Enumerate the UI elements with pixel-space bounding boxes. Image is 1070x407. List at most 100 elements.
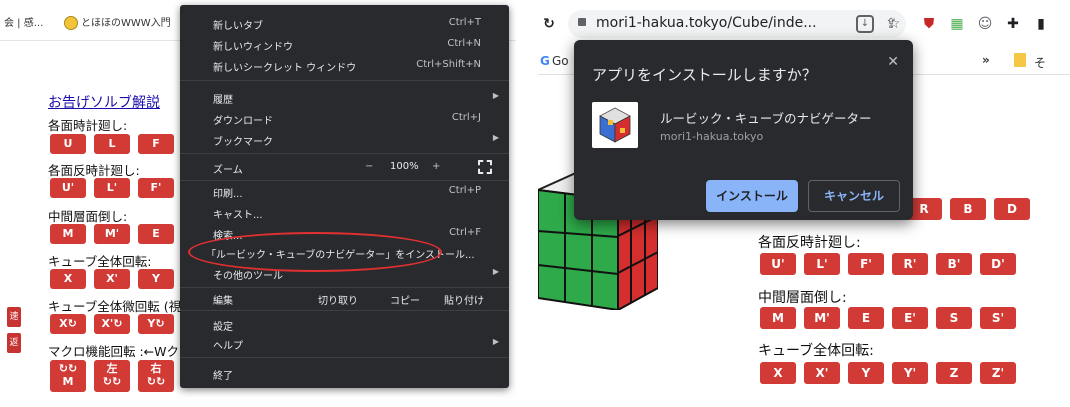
bookmark-favicon-icon xyxy=(64,16,78,30)
move-button[interactable]: F xyxy=(138,134,174,154)
move-button[interactable]: U' xyxy=(760,253,796,275)
move-button[interactable]: D xyxy=(994,198,1030,220)
move-button[interactable]: S xyxy=(936,307,972,329)
move-button[interactable]: X' xyxy=(94,269,130,289)
move-button[interactable]: E xyxy=(848,307,884,329)
lock-icon[interactable] xyxy=(578,18,586,26)
row-label: 中間層面倒し: xyxy=(48,209,128,224)
menu-item-new-window[interactable]: 新しいウィンドウ Ctrl+N xyxy=(180,34,509,54)
menu-item-help[interactable]: ヘルプ ▶ xyxy=(180,333,509,353)
move-button[interactable]: L xyxy=(94,134,130,154)
menu-divider xyxy=(180,357,509,358)
install-button[interactable]: インストール xyxy=(706,180,798,212)
menu-item-downloads[interactable]: ダウンロード Ctrl+J xyxy=(180,108,509,128)
macro-button[interactable]: ↻↻ M xyxy=(50,360,86,392)
puzzle-icon[interactable]: ✚ xyxy=(1004,15,1022,33)
move-button[interactable]: E' xyxy=(892,307,928,329)
zoom-in-button[interactable]: + xyxy=(432,161,440,172)
paste-button[interactable]: 貼り付け xyxy=(444,292,484,307)
menu-item-print[interactable]: 印刷... Ctrl+P xyxy=(180,181,509,201)
move-button[interactable]: X'↻ xyxy=(94,314,130,334)
menu-divider xyxy=(180,80,509,81)
move-button[interactable]: Y' xyxy=(892,362,928,384)
menu-item-settings[interactable]: 設定 xyxy=(180,314,509,334)
address-bar[interactable]: mori1-hakua.tokyo/Cube/inde... ↓ ⇪ xyxy=(568,10,906,38)
move-button[interactable]: X' xyxy=(804,362,840,384)
menu-item-history[interactable]: 履歴 ▶ xyxy=(180,87,509,107)
submenu-arrow-icon: ▶ xyxy=(492,267,499,276)
move-button[interactable]: L' xyxy=(94,178,130,198)
menu-item-new-tab[interactable]: 新しいタブ Ctrl+T xyxy=(180,13,509,33)
row-label: キューブ全体微回転 (視 xyxy=(48,299,182,314)
speed-button[interactable]: 速 xyxy=(7,307,21,327)
google-icon: G xyxy=(540,54,550,68)
install-app-icon[interactable]: ↓ xyxy=(856,15,874,33)
menu-label: ズーム xyxy=(213,165,243,176)
menu-shortcut: Ctrl+Shift+N xyxy=(416,59,481,70)
copy-button[interactable]: コピー xyxy=(390,292,420,307)
menu-item-incognito[interactable]: 新しいシークレット ウィンドウ Ctrl+Shift+N xyxy=(180,55,509,75)
star-icon[interactable]: ☆ xyxy=(885,15,903,33)
move-button[interactable]: Z' xyxy=(980,362,1016,384)
undo-button[interactable]: 返 xyxy=(7,333,21,353)
move-button[interactable]: M' xyxy=(804,307,840,329)
move-button[interactable]: M xyxy=(760,307,796,329)
move-button[interactable]: M xyxy=(50,224,86,244)
move-button[interactable]: U' xyxy=(50,178,86,198)
bookmark-google[interactable]: Go xyxy=(552,54,569,68)
menu-item-edit: 編集 切り取り コピー 貼り付け xyxy=(180,288,509,308)
zoom-out-button[interactable]: − xyxy=(365,161,373,172)
sidebar-icon[interactable]: ▮ xyxy=(1032,15,1050,33)
move-button[interactable]: E xyxy=(138,224,174,244)
ublock-extension-icon[interactable]: ⛊ xyxy=(920,15,938,33)
cancel-button[interactable]: キャンセル xyxy=(808,180,900,212)
menu-item-bookmarks[interactable]: ブックマーク ▶ xyxy=(180,129,509,149)
menu-label: 設定 xyxy=(213,322,233,333)
menu-item-cast[interactable]: キャスト... xyxy=(180,202,509,222)
menu-shortcut: Ctrl+T xyxy=(448,17,481,28)
move-button[interactable]: Y xyxy=(138,269,174,289)
move-button[interactable]: D' xyxy=(980,253,1016,275)
reload-icon[interactable]: ↻ xyxy=(540,15,558,33)
row-label: 中間層面倒し: xyxy=(758,290,847,306)
move-button[interactable]: X xyxy=(760,362,796,384)
close-icon[interactable]: ✕ xyxy=(887,54,899,70)
move-button[interactable]: Y xyxy=(848,362,884,384)
move-button[interactable]: B xyxy=(950,198,986,220)
menu-label: 編集 xyxy=(213,296,233,307)
row-label: キューブ全体回転: xyxy=(758,343,874,359)
left-screenshot-panel: 会 | 感... とほほのWWW入門 お告げソルブ解説 各面時計廻し: U L … xyxy=(0,0,516,407)
move-button[interactable]: F' xyxy=(138,178,174,198)
move-button[interactable]: L' xyxy=(804,253,840,275)
cut-button[interactable]: 切り取り xyxy=(318,292,358,307)
menu-shortcut: Ctrl+F xyxy=(449,227,481,238)
move-button[interactable]: F' xyxy=(848,253,884,275)
row-label: マクロ機能回転 :←Wク xyxy=(48,344,180,359)
move-button[interactable]: B' xyxy=(936,253,972,275)
move-button[interactable]: M' xyxy=(94,224,130,244)
move-button[interactable]: Y↻ xyxy=(138,314,174,334)
extension-icon[interactable]: ▦ xyxy=(948,15,966,33)
folder-icon xyxy=(1014,53,1026,67)
move-button[interactable]: S' xyxy=(980,307,1016,329)
menu-item-exit[interactable]: 終了 xyxy=(180,363,509,383)
move-button[interactable]: X xyxy=(50,269,86,289)
bookmark-tohoho[interactable]: とほほのWWW入門 xyxy=(64,14,171,30)
move-button[interactable]: X↻ xyxy=(50,314,86,334)
macro-button[interactable]: 左 ↻↻ xyxy=(94,360,130,392)
move-button[interactable]: Z xyxy=(936,362,972,384)
move-button[interactable]: R' xyxy=(892,253,928,275)
chrome-main-menu: 新しいタブ Ctrl+T 新しいウィンドウ Ctrl+N 新しいシークレット ウィン… xyxy=(180,5,509,388)
more-bookmarks-button[interactable]: » xyxy=(982,53,990,67)
extension-icon[interactable]: ☺ xyxy=(976,15,994,33)
row-label: 各面反時計廻し: xyxy=(758,235,861,251)
move-button[interactable]: U xyxy=(50,134,86,154)
bookmark-folder[interactable]: そ xyxy=(1034,54,1046,71)
fullscreen-icon[interactable] xyxy=(478,160,492,174)
solve-guide-link[interactable]: お告げソルブ解説 xyxy=(48,92,160,112)
tab-fragment[interactable]: 会 | 感... xyxy=(4,14,43,29)
menu-label: ダウンロード xyxy=(213,116,273,127)
row-label: キューブ全体回転: xyxy=(48,254,152,269)
macro-button[interactable]: 右 ↻↻ xyxy=(138,360,174,392)
url-text: mori1-hakua.tokyo/Cube/inde... xyxy=(596,15,817,31)
